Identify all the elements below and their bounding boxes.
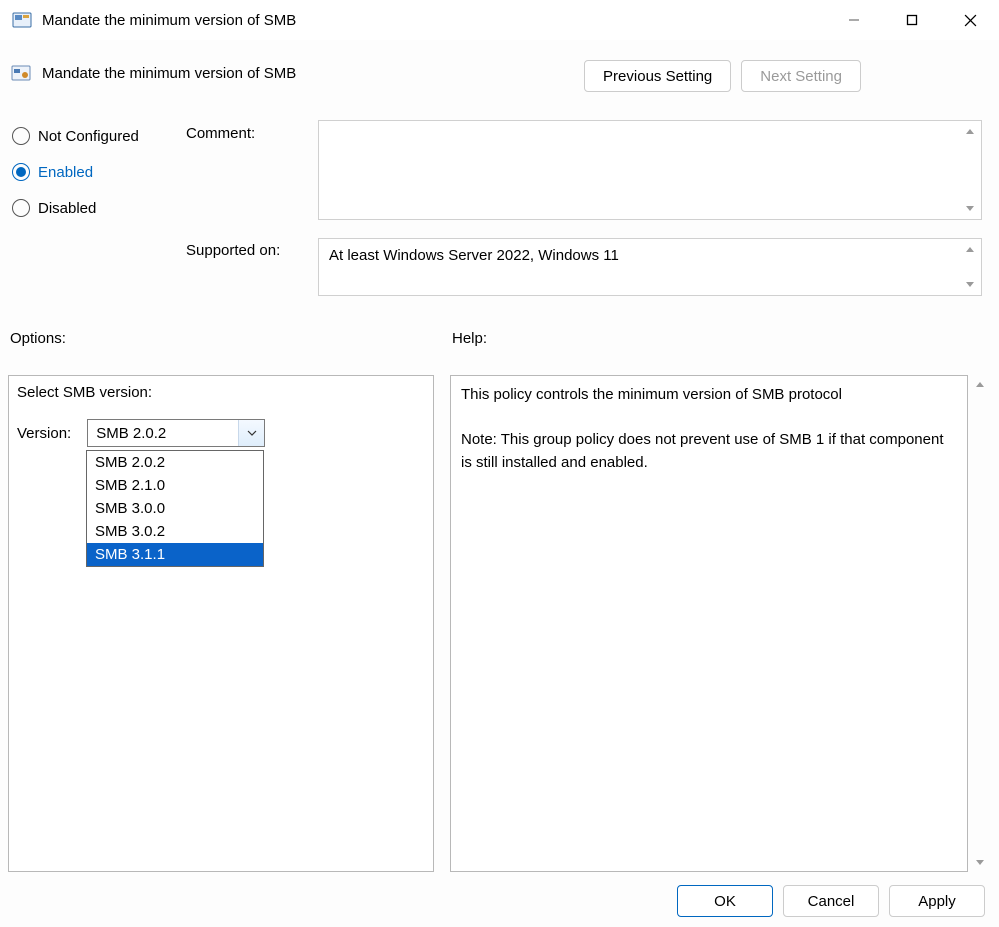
scroll-up-icon[interactable] <box>961 241 979 259</box>
version-dropdown-list[interactable]: SMB 2.0.2SMB 2.1.0SMB 3.0.0SMB 3.0.2SMB … <box>86 450 264 567</box>
scroll-down-icon[interactable] <box>970 852 990 872</box>
dropdown-item[interactable]: SMB 3.0.0 <box>87 497 263 520</box>
help-text-line: This policy controls the minimum version… <box>461 384 957 407</box>
supported-on-field: At least Windows Server 2022, Windows 11 <box>318 238 982 296</box>
help-section-label: Help: <box>452 330 487 347</box>
version-selected-value: SMB 2.0.2 <box>88 425 238 442</box>
scroll-down-icon[interactable] <box>961 275 979 293</box>
next-setting-button[interactable]: Next Setting <box>741 60 861 92</box>
dropdown-item[interactable]: SMB 3.0.2 <box>87 520 263 543</box>
radio-enabled[interactable]: Enabled <box>12 163 139 181</box>
window-title: Mandate the minimum version of SMB <box>42 12 296 29</box>
select-smb-version-label: Select SMB version: <box>17 384 425 401</box>
scroll-down-icon[interactable] <box>961 199 979 217</box>
radio-icon <box>12 127 30 145</box>
help-text-line: Note: This group policy does not prevent… <box>461 429 957 474</box>
ok-button[interactable]: OK <box>677 885 773 917</box>
radio-icon <box>12 199 30 217</box>
supported-on-value: At least Windows Server 2022, Windows 11 <box>329 247 619 264</box>
policy-icon <box>10 62 32 84</box>
apply-button[interactable]: Apply <box>889 885 985 917</box>
radio-not-configured[interactable]: Not Configured <box>12 127 139 145</box>
options-section-label: Options: <box>10 330 66 347</box>
previous-setting-button[interactable]: Previous Setting <box>584 60 731 92</box>
comment-label: Comment: <box>186 125 306 155</box>
close-button[interactable] <box>941 0 999 40</box>
version-label: Version: <box>17 425 71 442</box>
radio-label: Enabled <box>38 164 93 181</box>
supported-on-label: Supported on: <box>186 242 280 272</box>
radio-disabled[interactable]: Disabled <box>12 199 139 217</box>
radio-label: Disabled <box>38 200 96 217</box>
help-panel: This policy controls the minimum version… <box>450 375 968 872</box>
version-combobox[interactable]: SMB 2.0.2 <box>87 419 265 447</box>
scroll-up-icon[interactable] <box>970 375 990 395</box>
chevron-down-icon[interactable] <box>238 420 264 446</box>
radio-label: Not Configured <box>38 128 139 145</box>
comment-textarea[interactable] <box>318 120 982 220</box>
maximize-button[interactable] <box>883 0 941 40</box>
minimize-button[interactable] <box>825 0 883 40</box>
dropdown-item[interactable]: SMB 2.0.2 <box>87 451 263 474</box>
radio-icon <box>12 163 30 181</box>
cancel-button[interactable]: Cancel <box>783 885 879 917</box>
scroll-up-icon[interactable] <box>961 123 979 141</box>
app-icon <box>12 10 32 30</box>
dropdown-item[interactable]: SMB 2.1.0 <box>87 474 263 497</box>
policy-title: Mandate the minimum version of SMB <box>42 65 296 82</box>
title-bar: Mandate the minimum version of SMB <box>0 0 999 40</box>
dropdown-item[interactable]: SMB 3.1.1 <box>87 543 263 566</box>
